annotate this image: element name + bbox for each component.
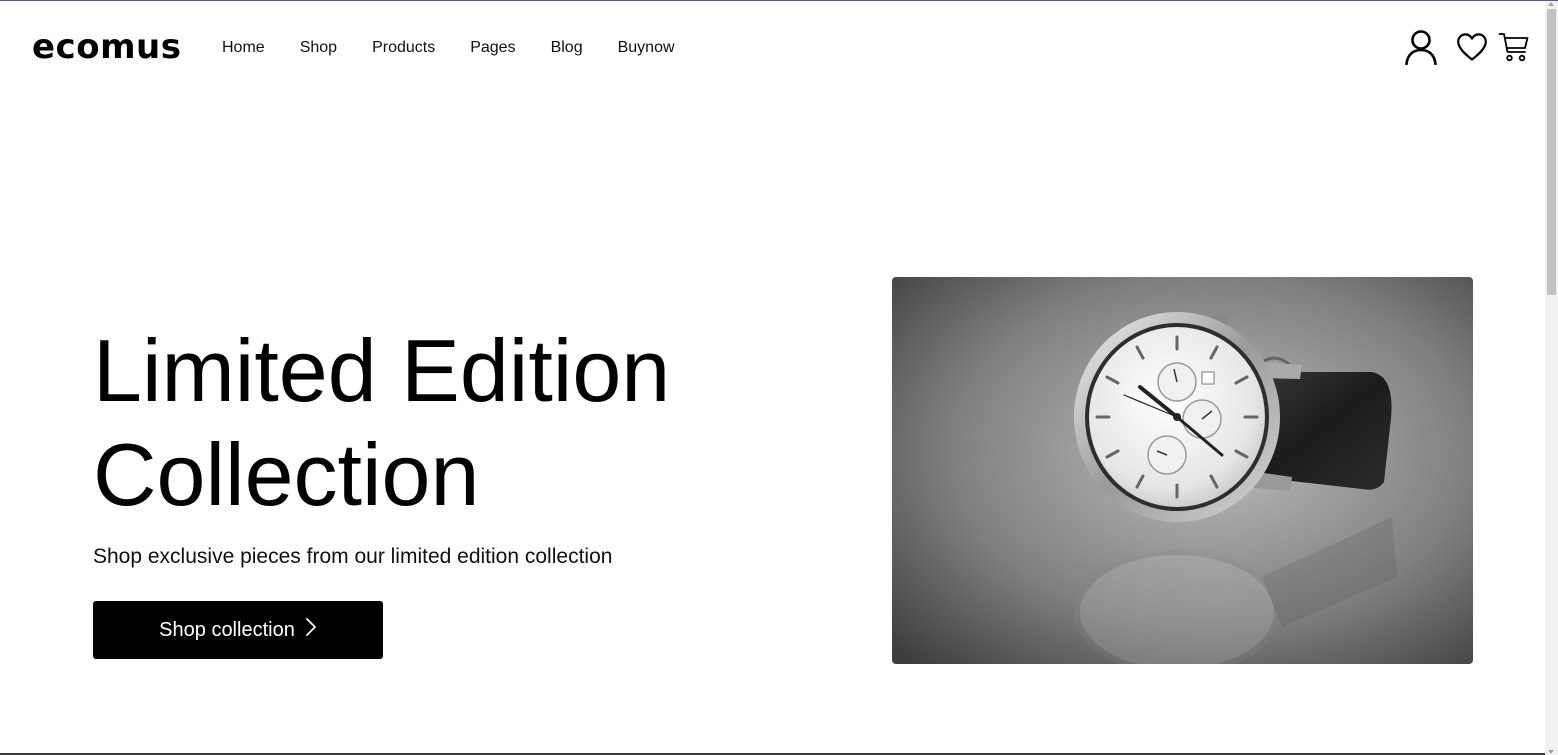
scrollbar-thumb[interactable]: [1547, 9, 1556, 295]
shop-collection-label: Shop collection: [159, 618, 295, 641]
hero-subtitle: Shop exclusive pieces from our limited e…: [93, 545, 613, 568]
nav-item-blog[interactable]: Blog: [551, 38, 583, 58]
hero-title-line-1: Limited Edition: [93, 321, 671, 420]
hero-title-line-2: Collection: [93, 425, 480, 524]
chevron-right-icon: [305, 617, 317, 643]
shop-collection-button[interactable]: Shop collection: [93, 601, 383, 659]
hero-title: Limited Edition Collection: [93, 319, 813, 527]
logo[interactable]: ecomus: [32, 27, 181, 67]
page: ecomus Home Shop Products Pages Blog Buy…: [0, 0, 1558, 755]
scroll-up-icon[interactable]: [1548, 2, 1554, 6]
vertical-scrollbar[interactable]: [1545, 1, 1558, 755]
nav-item-products[interactable]: Products: [372, 38, 435, 58]
cart-icon[interactable]: [1498, 31, 1530, 63]
main-nav: Home Shop Products Pages Blog Buynow: [222, 38, 710, 58]
nav-item-shop[interactable]: Shop: [300, 38, 337, 58]
nav-item-home[interactable]: Home: [222, 38, 265, 58]
site-header: ecomus Home Shop Products Pages Blog Buy…: [0, 1, 1545, 96]
scroll-down-icon[interactable]: [1548, 750, 1554, 754]
nav-item-pages[interactable]: Pages: [470, 38, 515, 58]
user-icon[interactable]: [1404, 29, 1438, 65]
nav-item-buynow[interactable]: Buynow: [618, 38, 675, 58]
header-actions: [1404, 29, 1530, 65]
watch-image[interactable]: [892, 277, 1473, 664]
heart-icon[interactable]: [1456, 32, 1488, 62]
